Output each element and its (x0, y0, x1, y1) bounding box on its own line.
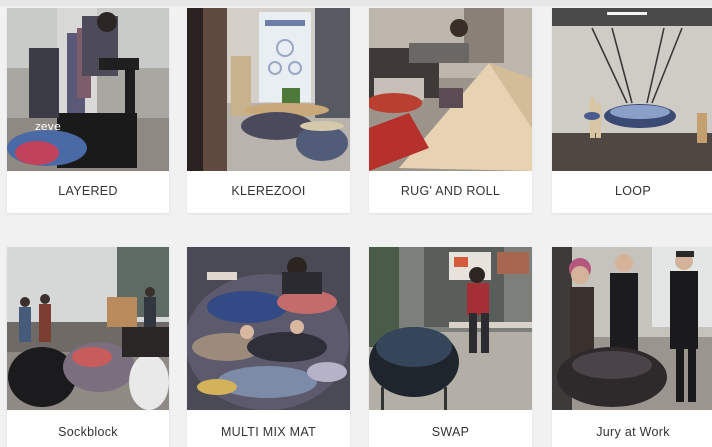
gallery-title-swap[interactable]: SWAP (369, 425, 532, 439)
gallery-title-rug-and-roll[interactable]: RUG' AND ROLL (369, 184, 532, 198)
gallery-card-klerezooi[interactable]: KLEREZOOI (187, 8, 350, 213)
svg-text:zeve: zeve (35, 120, 61, 133)
gallery-card-multi-mix-mat[interactable]: MULTI MIX MAT (187, 247, 350, 447)
gallery-card-swap[interactable]: SWAP (369, 247, 532, 447)
gallery-photo-rug-and-roll[interactable] (369, 8, 532, 171)
gallery-photo-loop[interactable] (552, 8, 712, 171)
gallery-card-sockblock[interactable]: Sockblock (7, 247, 169, 447)
gallery-title-multi-mix-mat[interactable]: MULTI MIX MAT (187, 425, 350, 439)
gallery-title-klerezooi[interactable]: KLEREZOOI (187, 184, 350, 198)
gallery-card-layered[interactable]: zeve LAYERED (7, 8, 169, 213)
gallery-photo-swap[interactable] (369, 247, 532, 410)
gallery-photo-jury-at-work[interactable] (552, 247, 712, 410)
gallery-card-jury-at-work[interactable]: Jury at Work (552, 247, 712, 447)
gallery-card-rug-and-roll[interactable]: RUG' AND ROLL (369, 8, 532, 213)
gallery-title-sockblock[interactable]: Sockblock (7, 425, 169, 439)
gallery-photo-layered[interactable]: zeve (7, 8, 169, 171)
gallery-title-jury-at-work[interactable]: Jury at Work (552, 425, 712, 439)
gallery-title-layered[interactable]: LAYERED (7, 184, 169, 198)
gallery-title-loop[interactable]: LOOP (552, 184, 712, 198)
project-gallery: zeve LAYERED KLEREZOOI RUG' AND ROLL LOO… (0, 0, 712, 447)
gallery-photo-sockblock[interactable] (7, 247, 169, 410)
gallery-photo-multi-mix-mat[interactable] (187, 247, 350, 410)
gallery-card-loop[interactable]: LOOP (552, 8, 712, 213)
gallery-photo-klerezooi[interactable] (187, 8, 350, 171)
